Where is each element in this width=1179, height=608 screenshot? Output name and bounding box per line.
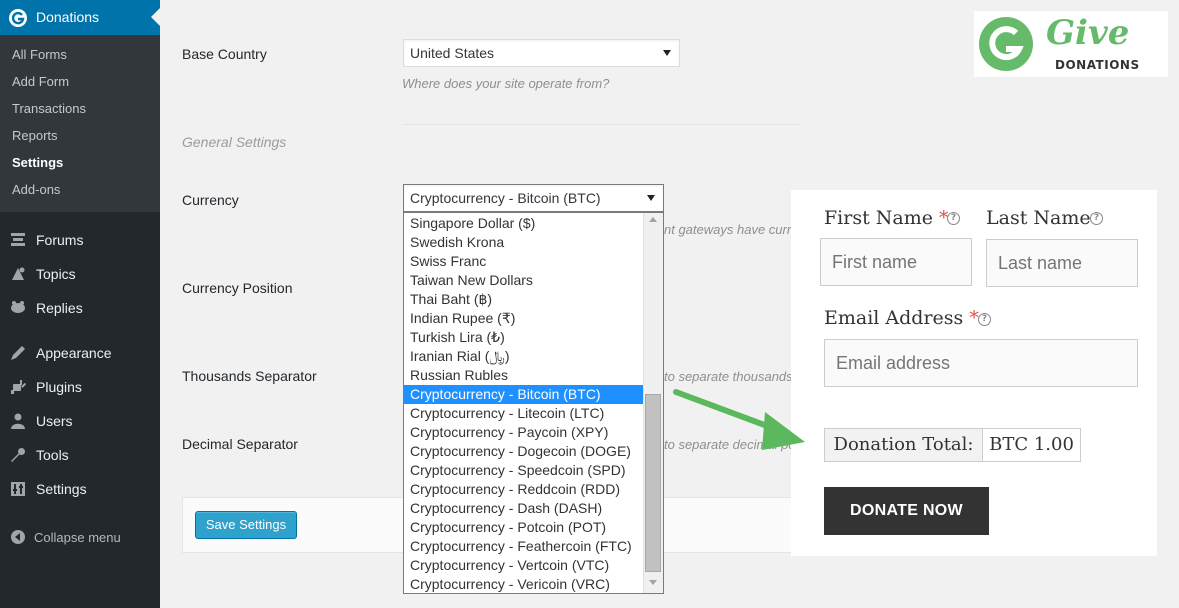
currency-option[interactable]: Cryptocurrency - Litecoin (LTC) xyxy=(404,404,645,423)
menu-tools-label: Tools xyxy=(36,447,69,463)
decimal-separator-label: Decimal Separator xyxy=(182,436,298,452)
currency-option[interactable]: Cryptocurrency - Dogecoin (DOGE) xyxy=(404,442,645,461)
donation-total-label: Donation Total: xyxy=(824,428,983,462)
menu-forums[interactable]: Forums xyxy=(0,223,160,257)
chevron-down-icon xyxy=(663,50,671,56)
current-menu-arrow xyxy=(151,8,160,26)
menu-replies[interactable]: Replies xyxy=(0,291,160,325)
menu-plugins-label: Plugins xyxy=(36,379,82,395)
section-divider xyxy=(403,124,799,125)
submenu-all-forms[interactable]: All Forms xyxy=(12,47,67,62)
help-icon[interactable]: ? xyxy=(1090,212,1103,225)
chevron-down-icon xyxy=(647,195,655,201)
thousands-separator-label: Thousands Separator xyxy=(182,368,317,384)
menu-appearance-label: Appearance xyxy=(36,345,112,361)
currency-option[interactable]: Iranian Rial (﷼) xyxy=(404,347,645,366)
submenu-add-ons[interactable]: Add-ons xyxy=(12,182,60,197)
currency-position-label: Currency Position xyxy=(182,280,293,296)
first-name-label-text: First Name xyxy=(824,207,933,229)
menu-appearance[interactable]: Appearance xyxy=(0,336,160,370)
menu-tools[interactable]: Tools xyxy=(0,438,160,472)
scroll-up-arrow-icon[interactable] xyxy=(649,217,657,222)
menu-forums-label: Forums xyxy=(36,232,84,248)
currency-label: Currency xyxy=(182,192,239,208)
menu-topics-label: Topics xyxy=(36,266,76,282)
base-country-value: United States xyxy=(410,45,495,61)
currency-option[interactable]: Cryptocurrency - Speedcoin (SPD) xyxy=(404,461,645,480)
menu-donations-label: Donations xyxy=(36,9,100,25)
base-country-label: Base Country xyxy=(182,46,267,62)
general-settings-title: General Settings xyxy=(182,134,287,150)
currency-select[interactable]: Cryptocurrency - Bitcoin (BTC) xyxy=(403,184,664,212)
last-name-input[interactable] xyxy=(986,239,1138,287)
base-country-select[interactable]: United States xyxy=(403,39,680,67)
give-icon xyxy=(9,9,27,27)
menu-users[interactable]: Users xyxy=(0,404,160,438)
collapse-menu[interactable]: Collapse menu xyxy=(0,526,160,550)
settings-icon xyxy=(11,482,25,496)
submenu-settings[interactable]: Settings xyxy=(12,155,63,170)
first-name-label: First Name * xyxy=(824,207,949,229)
last-name-label: Last Name xyxy=(986,207,1091,229)
scroll-down-arrow-icon[interactable] xyxy=(649,580,657,585)
first-name-input[interactable] xyxy=(820,238,972,286)
currency-value: Cryptocurrency - Bitcoin (BTC) xyxy=(410,190,601,206)
menu-topics[interactable]: Topics xyxy=(0,257,160,291)
email-label-text: Email Address xyxy=(824,307,964,329)
currency-option[interactable]: Indian Rupee (₹) xyxy=(404,309,645,328)
submenu-reports[interactable]: Reports xyxy=(12,128,58,143)
email-label: Email Address * xyxy=(824,307,979,329)
currency-option[interactable]: Turkish Lira (₺) xyxy=(404,328,645,347)
currency-option[interactable]: Cryptocurrency - Dash (DASH) xyxy=(404,499,645,518)
currency-option[interactable]: Cryptocurrency - Reddcoin (RDD) xyxy=(404,480,645,499)
plugins-icon xyxy=(11,380,27,394)
email-input[interactable] xyxy=(824,339,1138,387)
tools-icon xyxy=(11,448,25,462)
currency-option-selected[interactable]: Cryptocurrency - Bitcoin (BTC) xyxy=(404,385,645,404)
annotation-arrow-icon xyxy=(673,389,805,450)
submenu-add-form[interactable]: Add Form xyxy=(12,74,69,89)
replies-icon xyxy=(11,301,25,313)
save-settings-button[interactable]: Save Settings xyxy=(195,511,297,539)
submenu-transactions[interactable]: Transactions xyxy=(12,101,86,116)
currency-description: nt gateways have curre xyxy=(664,222,799,237)
collapse-menu-label: Collapse menu xyxy=(34,530,121,545)
currency-option[interactable]: Swiss Franc xyxy=(404,252,645,271)
currency-option[interactable]: Cryptocurrency - Paycoin (XPY) xyxy=(404,423,645,442)
base-country-description: Where does your site operate from? xyxy=(402,76,610,91)
currency-option[interactable]: Cryptocurrency - Potcoin (POT) xyxy=(404,518,645,537)
scrollbar-thumb[interactable] xyxy=(645,394,661,572)
topics-icon xyxy=(12,267,25,280)
menu-donations[interactable]: Donations xyxy=(0,0,160,35)
help-icon[interactable]: ? xyxy=(947,212,960,225)
donation-total-value: BTC 1.00 xyxy=(982,428,1081,462)
menu-settings-label: Settings xyxy=(36,481,87,497)
currency-option[interactable]: Thai Baht (฿) xyxy=(404,290,645,309)
donate-now-button[interactable]: DONATE NOW xyxy=(824,487,989,535)
currency-option[interactable]: Russian Rubles xyxy=(404,366,645,385)
menu-users-label: Users xyxy=(36,413,73,429)
help-icon[interactable]: ? xyxy=(978,313,991,326)
appearance-icon xyxy=(11,346,25,360)
donations-submenu: All Forms Add Form Transactions Reports … xyxy=(0,35,160,212)
currency-option[interactable]: Cryptocurrency - Vertcoin (VTC) xyxy=(404,556,645,575)
logo-subtitle: DONATIONS xyxy=(1055,58,1140,72)
logo-wordmark: Give xyxy=(1046,13,1130,53)
currency-option[interactable]: Singapore Dollar ($) xyxy=(404,214,645,233)
forums-icon xyxy=(11,233,25,246)
give-logo: Give DONATIONS xyxy=(974,11,1168,77)
users-icon xyxy=(11,413,25,429)
currency-option[interactable]: Cryptocurrency - Vericoin (VRC) xyxy=(404,575,645,593)
currency-option[interactable]: Swedish Krona xyxy=(404,233,645,252)
currency-option[interactable]: Taiwan New Dollars xyxy=(404,271,645,290)
currency-dropdown-list[interactable]: Singapore Dollar ($) Swedish Krona Swiss… xyxy=(403,212,664,594)
menu-settings[interactable]: Settings xyxy=(0,472,160,506)
admin-sidebar: Donations All Forms Add Form Transaction… xyxy=(0,0,160,608)
currency-option[interactable]: Cryptocurrency - Feathercoin (FTC) xyxy=(404,537,645,556)
menu-plugins[interactable]: Plugins xyxy=(0,370,160,404)
collapse-icon xyxy=(11,530,25,544)
menu-replies-label: Replies xyxy=(36,300,83,316)
